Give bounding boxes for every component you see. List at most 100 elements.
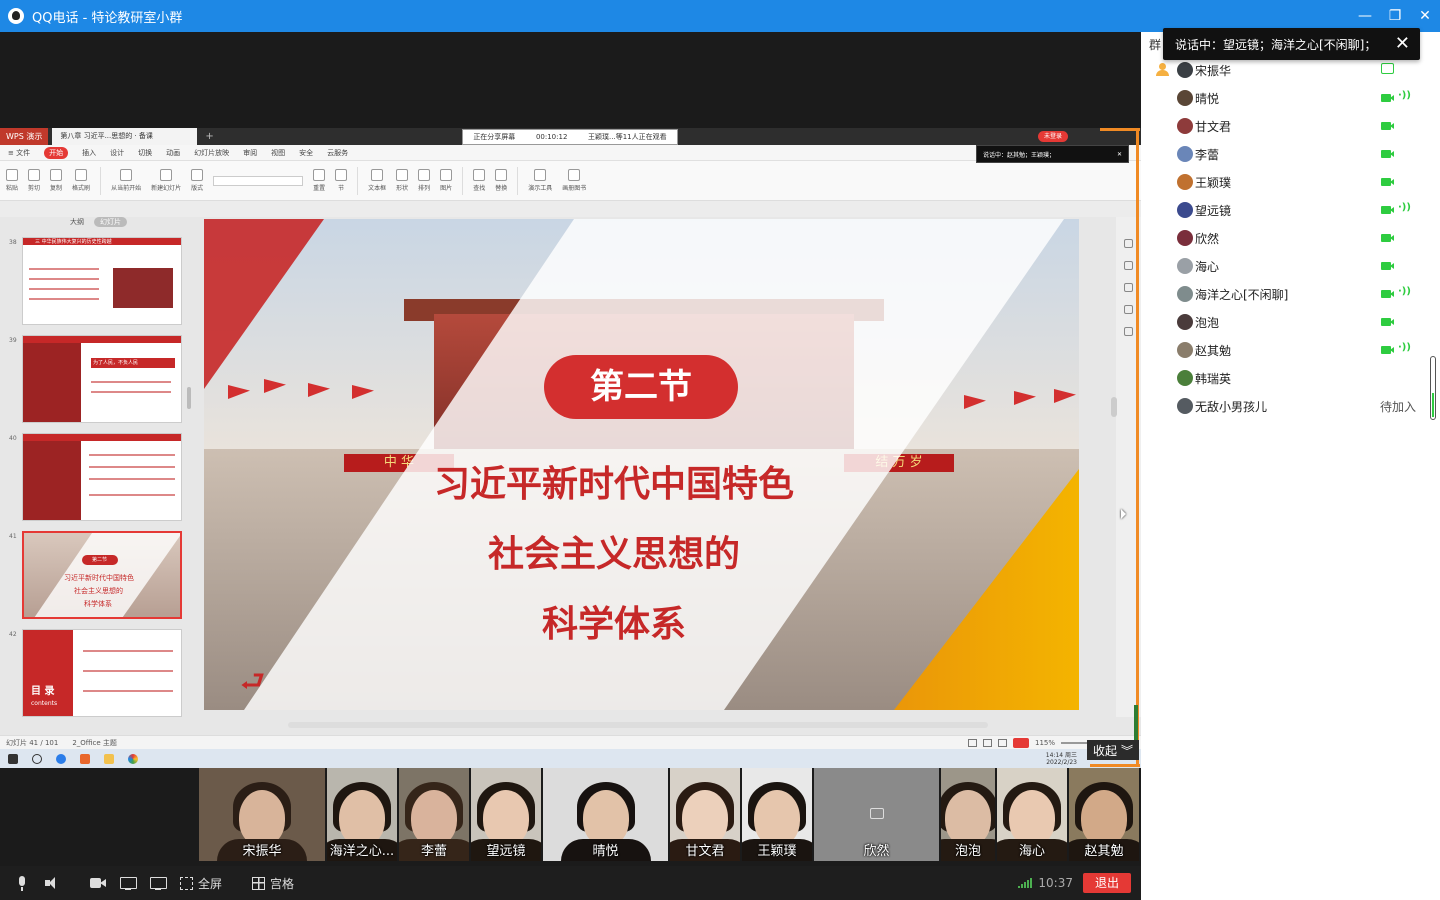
share-icon[interactable] xyxy=(1124,261,1133,270)
thumbnail-scrollbar[interactable] xyxy=(187,387,191,409)
ribbon-button[interactable]: 重置 xyxy=(313,169,325,192)
view-reading-icon[interactable] xyxy=(997,738,1007,747)
menu-item[interactable]: 审阅 xyxy=(243,148,257,158)
menu-item[interactable]: 设计 xyxy=(110,148,124,158)
fullscreen-button[interactable]: 全屏 xyxy=(180,875,222,892)
star-icon[interactable] xyxy=(1124,283,1133,292)
panel-scrollbar[interactable] xyxy=(1430,356,1436,420)
menu-item[interactable]: 安全 xyxy=(299,148,313,158)
mic-button[interactable] xyxy=(14,875,30,891)
folder-icon[interactable] xyxy=(104,753,114,764)
slide-thumbnail-39[interactable]: 为了人民，不负人民 xyxy=(22,335,182,423)
tool-icon[interactable] xyxy=(1124,239,1133,248)
ribbon-button[interactable]: 复制 xyxy=(50,169,62,192)
ribbon-button[interactable]: 粘贴 xyxy=(6,169,18,192)
menu-item[interactable]: 动画 xyxy=(166,148,180,158)
history-icon[interactable] xyxy=(1124,327,1133,336)
collapse-button[interactable]: 收起 ︾ xyxy=(1087,740,1139,760)
ribbon-button[interactable]: 从当前开始 xyxy=(111,169,141,192)
menu-item[interactable]: 插入 xyxy=(82,148,96,158)
member-row[interactable]: 望远镜 ·)) xyxy=(1141,196,1440,224)
slide-thumbnail-40[interactable] xyxy=(22,433,182,521)
wps-taskbar-icon[interactable] xyxy=(80,753,90,764)
new-tab-icon[interactable]: + xyxy=(205,131,213,142)
video-tile[interactable]: 李蕾 xyxy=(399,768,469,861)
menu-item[interactable]: 开始 xyxy=(44,146,69,159)
font-input[interactable] xyxy=(213,175,304,186)
login-pill[interactable]: 未登录 xyxy=(1038,131,1068,142)
camera-button[interactable] xyxy=(90,875,106,891)
video-tile[interactable]: 王颖璞 xyxy=(742,768,812,861)
ribbon-button[interactable]: 节 xyxy=(335,169,348,192)
ribbon-button[interactable]: 图片 xyxy=(440,169,452,192)
video-tile[interactable]: 泡泡 xyxy=(941,768,995,861)
ribbon-button[interactable]: 演示工具 xyxy=(528,169,552,192)
settings-icon[interactable] xyxy=(1124,305,1133,314)
ribbon-icon xyxy=(371,169,384,181)
slide-thumbnail-42[interactable]: 目 录 contents xyxy=(22,629,182,717)
zoom-level[interactable]: 115% xyxy=(1035,739,1055,747)
back-arrow-icon[interactable]: ⮐ xyxy=(240,668,282,696)
menu-item[interactable]: 切换 xyxy=(138,148,152,158)
slide-thumbnail-38[interactable]: 三 中华民族伟大复兴的历史性跨越 xyxy=(22,237,182,325)
slides-tab[interactable]: 幻灯片 xyxy=(94,217,127,227)
video-name: 李蕾 xyxy=(420,844,447,859)
video-tile[interactable]: 宋振华 xyxy=(199,768,325,861)
slide-horizontal-scrollbar[interactable] xyxy=(288,722,988,728)
member-row[interactable]: 王颖璞 xyxy=(1141,168,1440,196)
ribbon-button[interactable]: 新建幻灯片 xyxy=(151,169,181,192)
whiteboard-button[interactable] xyxy=(150,875,167,891)
ribbon-button[interactable]: 剪切 xyxy=(28,169,40,192)
shared-screen[interactable]: WPS 演示 第八章 习近平...思想的 · 备课 + 正在分享屏幕 00:10… xyxy=(0,128,1141,768)
video-tile[interactable]: 晴悦 xyxy=(543,768,668,861)
browser-icon[interactable] xyxy=(56,753,66,764)
wps-document-tab[interactable]: 第八章 习近平...思想的 · 备课 xyxy=(52,128,198,145)
ribbon-button[interactable]: 查找 xyxy=(473,169,485,192)
ribbon-button[interactable]: 替换 xyxy=(495,169,507,192)
outline-tab[interactable]: 大纲 xyxy=(70,217,84,227)
member-row[interactable]: 李蕾 xyxy=(1141,140,1440,168)
play-slideshow-button[interactable] xyxy=(1012,737,1029,748)
view-normal-icon[interactable] xyxy=(967,738,977,747)
avatar xyxy=(1177,370,1193,386)
view-sorter-icon[interactable] xyxy=(982,738,992,747)
main-slide[interactable]: 中 华 结 万 岁 第二节 习近平新时代中国特色 社会主义思想的 科学体系 ⮐ xyxy=(204,219,1079,710)
member-row[interactable]: 泡泡 xyxy=(1141,308,1440,336)
video-tile[interactable]: 欣然 xyxy=(814,768,939,861)
menu-item[interactable]: 幻灯片放映 xyxy=(194,148,229,158)
video-tile[interactable]: 海心 xyxy=(997,768,1067,861)
search-icon[interactable] xyxy=(32,753,42,764)
video-tile[interactable]: 甘文君 xyxy=(670,768,740,861)
slide-thumbnail-41[interactable]: 第二节 习近平新时代中国特色 社会主义思想的 科学体系 xyxy=(22,531,182,619)
member-row[interactable]: 晴悦 ·)) xyxy=(1141,84,1440,112)
member-row[interactable]: 海洋之心[不闲聊] ·)) xyxy=(1141,280,1440,308)
menu-item[interactable]: 视图 xyxy=(271,148,285,158)
group-tab[interactable]: 群 xyxy=(1149,36,1161,53)
ribbon-button[interactable]: 版式 xyxy=(191,169,203,192)
video-tile[interactable]: 望远镜 xyxy=(471,768,541,861)
video-tile[interactable]: 赵其勉 xyxy=(1069,768,1139,861)
menu-item[interactable]: ≡ 文件 xyxy=(8,148,30,158)
ribbon-button[interactable]: 形状 xyxy=(396,169,408,192)
member-row[interactable]: 甘文君 xyxy=(1141,112,1440,140)
grid-view-button[interactable]: 宫格 xyxy=(252,875,294,892)
member-row[interactable]: 赵其勉 ·)) xyxy=(1141,336,1440,364)
windows-start-icon[interactable] xyxy=(8,753,18,764)
menu-item[interactable]: 云服务 xyxy=(327,148,348,158)
ribbon-button[interactable]: 排列 xyxy=(418,169,430,192)
share-screen-button[interactable] xyxy=(120,875,137,891)
member-row[interactable]: 韩瑞英 xyxy=(1141,364,1440,392)
speaker-button[interactable] xyxy=(44,875,60,891)
ribbon-button[interactable]: 格式刷 xyxy=(72,169,90,192)
member-row[interactable]: 海心 xyxy=(1141,252,1440,280)
member-row[interactable]: 无敌小男孩儿 待加入 xyxy=(1141,392,1440,420)
video-tile[interactable]: 海洋之心... xyxy=(327,768,397,861)
exit-button[interactable]: 退出 xyxy=(1083,873,1131,893)
chrome-icon[interactable] xyxy=(128,753,138,764)
close-icon[interactable]: ✕ xyxy=(1395,35,1410,53)
slide-vertical-scrollbar[interactable] xyxy=(1111,397,1117,417)
ribbon-button[interactable]: 画册图书 xyxy=(562,169,586,192)
member-row[interactable]: 欣然 xyxy=(1141,224,1440,252)
member-row[interactable]: 宋振华 xyxy=(1141,56,1440,84)
ribbon-button[interactable]: 文本框 xyxy=(368,169,386,192)
